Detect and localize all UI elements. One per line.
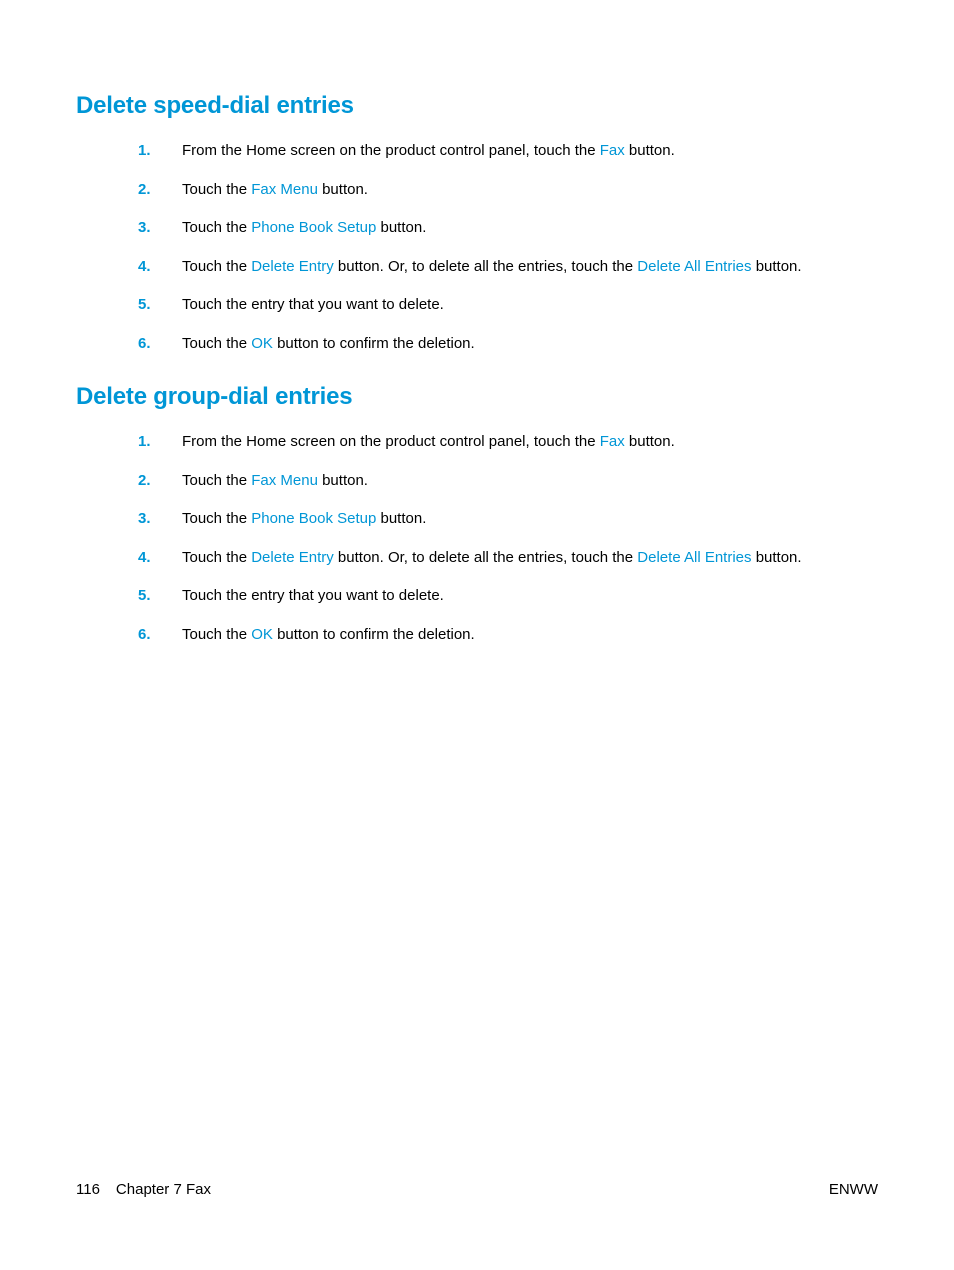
ui-label-ok: OK [251,626,273,643]
step-number: 2. [138,179,182,202]
step-number: 2. [138,470,182,493]
ui-label-delete-entry: Delete Entry [251,258,334,275]
text-fragment: Touch the [182,258,251,275]
step-text: Touch the OK button to confirm the delet… [182,333,878,356]
step-number: 4. [138,256,182,279]
step-number: 3. [138,217,182,240]
page-content: Delete speed-dial entries 1. From the Ho… [0,0,954,646]
list-item: 6. Touch the OK button to confirm the de… [138,333,878,356]
text-fragment: button. [318,181,368,198]
step-text: Touch the Delete Entry button. Or, to de… [182,256,878,279]
text-fragment: button. [376,219,426,236]
list-item: 1. From the Home screen on the product c… [138,431,878,454]
ui-label-fax-menu: Fax Menu [251,472,318,489]
step-number: 1. [138,431,182,454]
list-item: 5. Touch the entry that you want to dele… [138,294,878,317]
text-fragment: button. [318,472,368,489]
text-fragment: button. [376,510,426,527]
footer-left: 116 Chapter 7 Fax [76,1181,211,1198]
list-item: 5. Touch the entry that you want to dele… [138,585,878,608]
text-fragment: button. [752,258,802,275]
ui-label-delete-all-entries: Delete All Entries [637,258,751,275]
ui-label-delete-entry: Delete Entry [251,549,334,566]
text-fragment: From the Home screen on the product cont… [182,433,600,450]
step-number: 6. [138,624,182,647]
step-number: 4. [138,547,182,570]
text-fragment: button. [625,142,675,159]
text-fragment: Touch the [182,219,251,236]
text-fragment: Touch the [182,472,251,489]
page-number: 116 [76,1181,100,1198]
section-heading-2: Delete group-dial entries [76,383,878,411]
text-fragment: Touch the entry that you want to delete. [182,296,444,313]
steps-list-2: 1. From the Home screen on the product c… [138,431,878,646]
text-fragment: button. Or, to delete all the entries, t… [334,258,638,275]
text-fragment: Touch the [182,549,251,566]
step-text: Touch the entry that you want to delete. [182,294,878,317]
list-item: 4. Touch the Delete Entry button. Or, to… [138,256,878,279]
list-item: 3. Touch the Phone Book Setup button. [138,508,878,531]
text-fragment: button to confirm the deletion. [273,335,475,352]
ui-label-fax: Fax [600,433,625,450]
list-item: 4. Touch the Delete Entry button. Or, to… [138,547,878,570]
list-item: 2. Touch the Fax Menu button. [138,470,878,493]
list-item: 6. Touch the OK button to confirm the de… [138,624,878,647]
footer-right: ENWW [829,1181,878,1198]
step-text: Touch the Phone Book Setup button. [182,217,878,240]
text-fragment: button. Or, to delete all the entries, t… [334,549,638,566]
text-fragment: Touch the [182,510,251,527]
list-item: 3. Touch the Phone Book Setup button. [138,217,878,240]
step-number: 5. [138,294,182,317]
step-text: Touch the OK button to confirm the delet… [182,624,878,647]
text-fragment: Touch the entry that you want to delete. [182,587,444,604]
list-item: 2. Touch the Fax Menu button. [138,179,878,202]
step-number: 1. [138,140,182,163]
steps-list-1: 1. From the Home screen on the product c… [138,140,878,355]
chapter-label: Chapter 7 Fax [116,1181,211,1198]
ui-label-ok: OK [251,335,273,352]
step-number: 5. [138,585,182,608]
text-fragment: button to confirm the deletion. [273,626,475,643]
ui-label-phone-book-setup: Phone Book Setup [251,219,376,236]
text-fragment: Touch the [182,181,251,198]
step-text: Touch the Delete Entry button. Or, to de… [182,547,878,570]
step-number: 6. [138,333,182,356]
ui-label-fax: Fax [600,142,625,159]
text-fragment: button. [625,433,675,450]
ui-label-phone-book-setup: Phone Book Setup [251,510,376,527]
step-text: From the Home screen on the product cont… [182,431,878,454]
text-fragment: button. [752,549,802,566]
ui-label-delete-all-entries: Delete All Entries [637,549,751,566]
step-text: From the Home screen on the product cont… [182,140,878,163]
step-text: Touch the Phone Book Setup button. [182,508,878,531]
ui-label-fax-menu: Fax Menu [251,181,318,198]
text-fragment: From the Home screen on the product cont… [182,142,600,159]
text-fragment: Touch the [182,626,251,643]
step-text: Touch the Fax Menu button. [182,470,878,493]
page-footer: 116 Chapter 7 Fax ENWW [76,1181,878,1198]
list-item: 1. From the Home screen on the product c… [138,140,878,163]
step-number: 3. [138,508,182,531]
step-text: Touch the entry that you want to delete. [182,585,878,608]
text-fragment: Touch the [182,335,251,352]
step-text: Touch the Fax Menu button. [182,179,878,202]
section-heading-1: Delete speed-dial entries [76,92,878,120]
